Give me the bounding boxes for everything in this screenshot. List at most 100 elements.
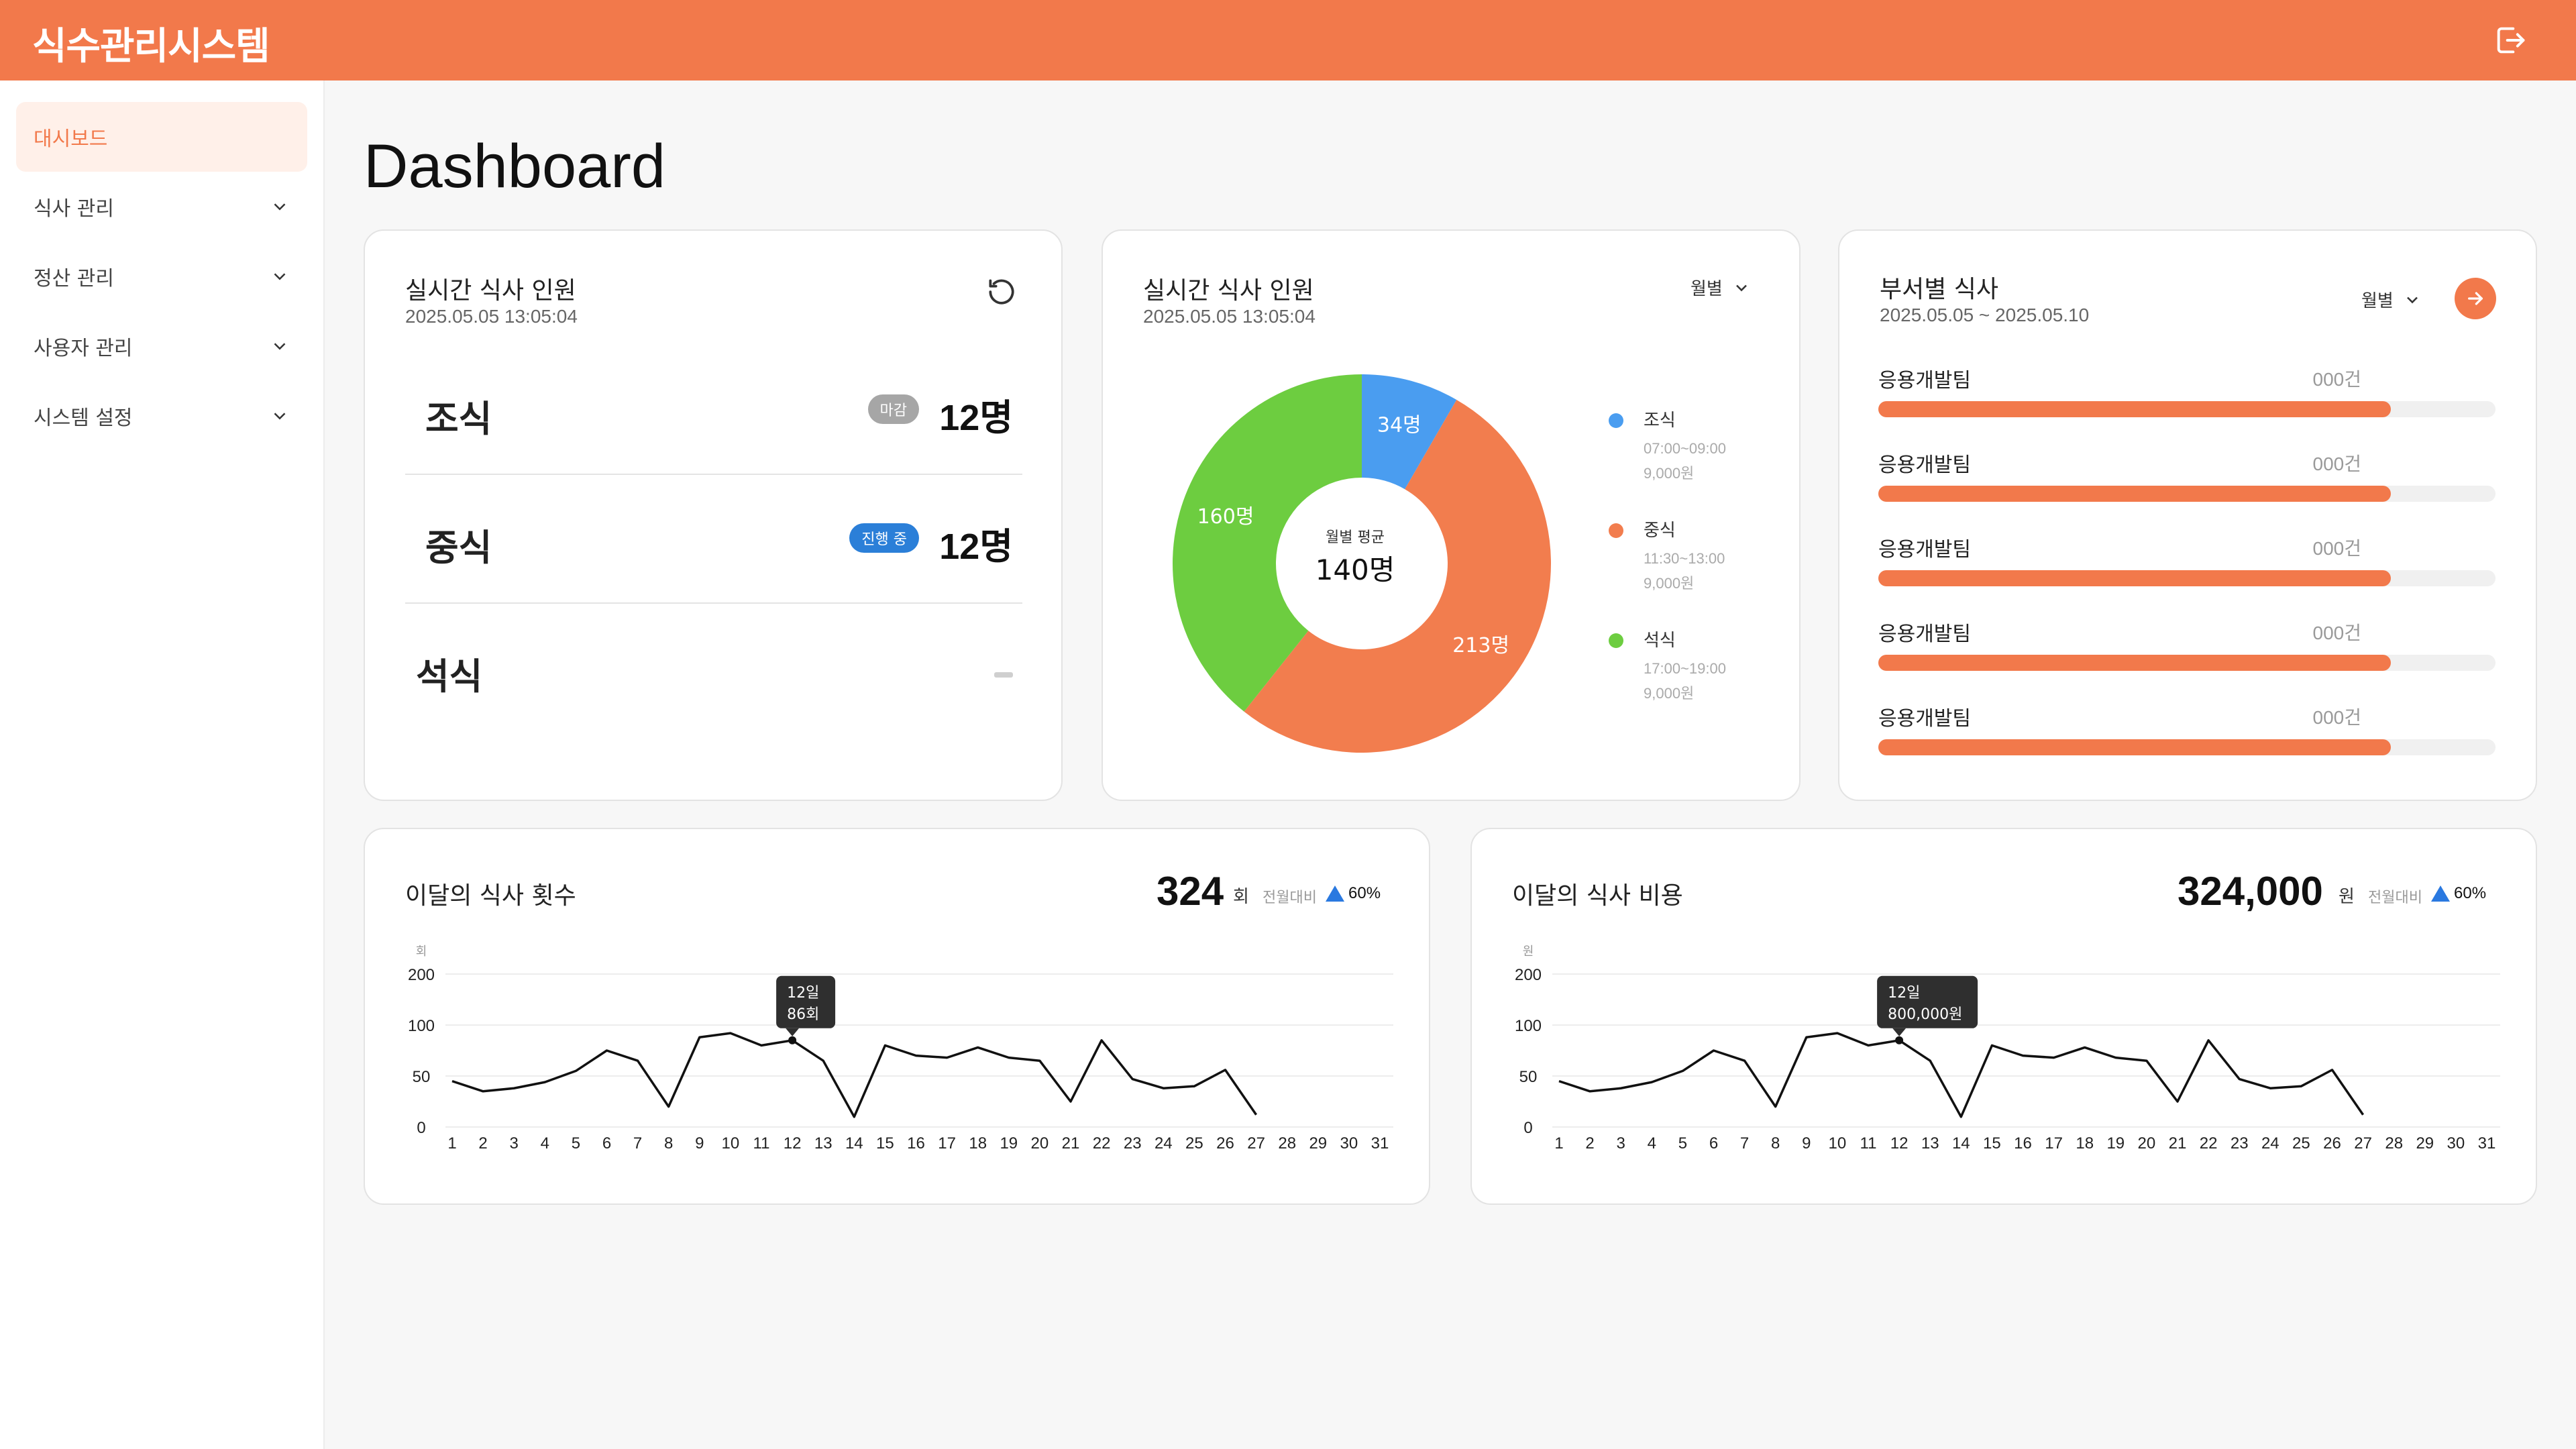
x-tick-label: 15: [876, 1134, 894, 1152]
dept-name: 응용개발팀: [1878, 369, 1971, 392]
x-tick-label: 16: [2014, 1134, 2032, 1152]
sidebar-item-system-settings[interactable]: 시스템 설정: [16, 381, 307, 451]
x-tick-label: 9: [695, 1134, 704, 1152]
tooltip-arrow: [1892, 1028, 1907, 1036]
dept-bar: [1878, 401, 2496, 417]
x-tick-label: 21: [2169, 1134, 2187, 1152]
x-tick-label: 5: [572, 1134, 580, 1152]
y-tick-label: 100: [1515, 1017, 1542, 1035]
legend-time: 17:00~19:00: [1644, 660, 1726, 677]
x-tick-label: 28: [2385, 1134, 2403, 1152]
period-label: 월별: [1690, 279, 1723, 299]
dept-bar-fill: [1878, 655, 2391, 671]
legend-time: 07:00~09:00: [1644, 440, 1726, 457]
x-tick-label: 12: [784, 1134, 802, 1152]
sidebar-item-label: 사용자 관리: [34, 337, 133, 360]
legend-dot: [1609, 633, 1623, 648]
meal-count: 12명: [939, 527, 1013, 567]
sidebar-item-dashboard[interactable]: 대시보드: [16, 102, 307, 172]
dept-bar: [1878, 570, 2496, 586]
y-tick-label: 0: [1523, 1119, 1532, 1137]
x-tick-label: 26: [1216, 1134, 1234, 1152]
compare-value: 60%: [1326, 884, 1381, 903]
x-tick-label: 3: [1617, 1134, 1625, 1152]
sidebar-item-users[interactable]: 사용자 관리: [16, 311, 307, 381]
tooltip-day: 12일: [1888, 985, 1920, 1002]
dept-count: 000건: [2312, 707, 2361, 728]
card-title: 이달의 식사 비용: [1512, 882, 1683, 910]
total-cost: 324,000: [2178, 869, 2323, 914]
x-tick-label: 3: [510, 1134, 519, 1152]
x-tick-label: 9: [1802, 1134, 1811, 1152]
x-tick-label: 27: [1247, 1134, 1265, 1152]
meal-name: 조식: [425, 398, 492, 440]
meal-row-dinner: 석식: [405, 605, 1022, 733]
legend-price: 9,000원: [1644, 685, 1695, 702]
period-dropdown[interactable]: 월별: [1690, 275, 1751, 300]
chevron-down-icon: [2406, 297, 2418, 303]
x-tick-label: 11: [753, 1134, 770, 1152]
meal-count-line-chart: 회0501002001 2 3 4 5 6 7 8 9 10 11 12 13 14 15 16 17 18 19 2…: [408, 945, 1393, 1152]
total-cost-unit: 원: [2339, 887, 2355, 907]
legend-dot: [1609, 523, 1623, 538]
highlight-point[interactable]: [788, 1036, 797, 1044]
x-tick-label: 23: [1124, 1134, 1142, 1152]
dept-bar: [1878, 739, 2496, 755]
card-date-range: 2025.05.05 ~ 2025.05.10: [1880, 305, 2090, 325]
x-tick-label: 22: [2200, 1134, 2218, 1152]
sidebar-item-label: 대시보드: [34, 127, 108, 151]
x-tick-label: 6: [602, 1134, 611, 1152]
dept-count: 000건: [2312, 453, 2361, 474]
dept-bar: [1878, 486, 2496, 502]
x-tick-label: 11: [1860, 1134, 1877, 1152]
x-tick-label: 25: [2292, 1134, 2310, 1152]
dept-bar-fill: [1878, 401, 2391, 417]
x-tick-label: 1: [1554, 1134, 1563, 1152]
sidebar-item-label: 시스템 설정: [34, 407, 133, 430]
x-tick-label: 20: [1031, 1134, 1049, 1152]
sidebar-item-label: 식사 관리: [34, 197, 114, 221]
go-detail-button[interactable]: [2455, 278, 2496, 319]
meal-count: 12명: [939, 398, 1013, 438]
x-tick-label: 4: [1648, 1134, 1656, 1152]
x-tick-label: 2: [478, 1134, 487, 1152]
compare-label: 전월대비: [2368, 890, 2422, 906]
y-tick-label: 50: [413, 1068, 431, 1086]
highlight-point[interactable]: [1895, 1036, 1904, 1044]
x-tick-label: 12: [1890, 1134, 1909, 1152]
sidebar-item-settlement[interactable]: 정산 관리: [16, 241, 307, 311]
x-tick-label: 19: [1000, 1134, 1018, 1152]
x-tick-label: 15: [1983, 1134, 2001, 1152]
tooltip-value: 800,000원: [1888, 1006, 1962, 1023]
donut-center-label: 월별 평균: [1326, 529, 1385, 546]
x-tick-label: 31: [2478, 1134, 2496, 1152]
x-tick-label: 6: [1709, 1134, 1718, 1152]
chevron-down-icon: [274, 273, 286, 280]
dept-name: 응용개발팀: [1878, 707, 1971, 731]
trend-up-icon: [1326, 885, 1344, 902]
card-title: 실시간 식사 인원: [1143, 277, 1314, 305]
x-tick-label: 5: [1678, 1134, 1687, 1152]
total-count: 324: [1157, 869, 1224, 914]
card-datetime: 2025.05.05 13:05:04: [1143, 306, 1316, 327]
donut-slice-label: 213명: [1452, 634, 1509, 657]
sidebar-item-meal-management[interactable]: 식사 관리: [16, 172, 307, 241]
donut-center-value: 140명: [1315, 553, 1395, 586]
dept-count: 000건: [2312, 623, 2361, 643]
y-axis-unit: 회: [416, 945, 427, 959]
chevron-down-icon: [274, 343, 286, 350]
card-datetime: 2025.05.05 13:05:04: [405, 306, 578, 327]
chevron-down-icon: [274, 203, 286, 211]
compare-value-text: 60%: [1348, 884, 1381, 902]
page-title: Dashboard: [364, 132, 666, 201]
x-tick-label: 7: [1740, 1134, 1749, 1152]
logout-icon[interactable]: [2493, 23, 2528, 58]
tooltip-day: 12일: [787, 985, 819, 1002]
top-bar: 식수관리시스템: [0, 0, 2576, 80]
legend-dot: [1609, 413, 1623, 428]
dept-bar-fill: [1878, 486, 2391, 502]
meal-name: 석식: [416, 655, 483, 698]
period-dropdown[interactable]: 월별: [2361, 287, 2422, 312]
refresh-icon[interactable]: [985, 275, 1018, 309]
legend-time: 11:30~13:00: [1644, 550, 1725, 567]
